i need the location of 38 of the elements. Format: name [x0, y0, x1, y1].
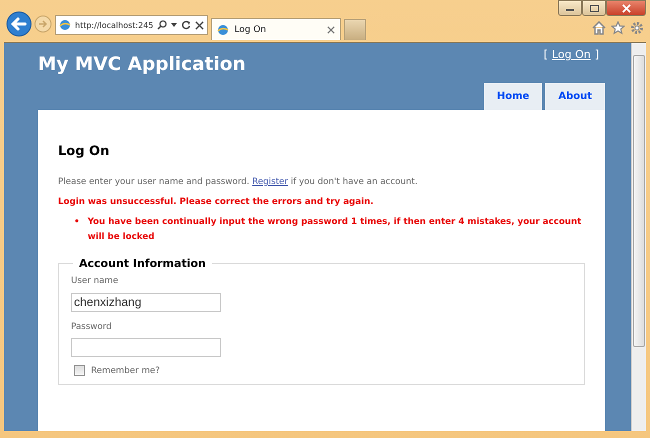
minimize-button[interactable]	[558, 0, 582, 16]
close-icon[interactable]	[195, 20, 204, 30]
back-button[interactable]	[6, 11, 32, 37]
register-link[interactable]: Register	[252, 177, 288, 187]
close-icon	[622, 4, 630, 12]
scrollbar[interactable]	[631, 43, 646, 431]
close-icon[interactable]	[327, 26, 336, 34]
bracket: [	[544, 48, 548, 61]
search-icon[interactable]	[157, 20, 168, 30]
fieldset-legend: Account Information	[73, 257, 212, 270]
intro-text: Please enter your user name and password. Register if you don't have an account.	[58, 177, 419, 187]
page-heading: Log On	[58, 144, 110, 159]
close-button[interactable]	[606, 0, 646, 16]
error-message: You have been continually input the wrong password 1 times, if then enter 4 mistakes, your account will be locked	[88, 216, 582, 244]
home-icon[interactable]	[592, 21, 606, 35]
bracket: ]	[594, 48, 599, 61]
address-text: http://localhost:245	[75, 20, 154, 30]
nav-tab[interactable]: About	[545, 83, 605, 110]
refresh-icon[interactable]	[181, 20, 192, 30]
username-field[interactable]: chenxizhang	[71, 292, 221, 312]
bullet: •	[74, 216, 80, 229]
settings-icon[interactable]	[630, 21, 644, 35]
globe-icon	[59, 19, 71, 31]
star-icon[interactable]	[611, 21, 625, 35]
log-on-link[interactable]: Log On	[552, 48, 591, 61]
site-title: My MVC Application	[38, 54, 246, 75]
nav-tab[interactable]: Home	[484, 83, 542, 110]
field-label: Password	[71, 322, 113, 332]
maximize-button[interactable]	[582, 0, 606, 16]
caret-icon[interactable]	[171, 23, 178, 27]
globe-icon	[217, 24, 230, 36]
field-label: User name	[71, 276, 120, 286]
address-bar[interactable]: http://localhost:245	[55, 15, 208, 35]
checkbox[interactable]	[74, 365, 85, 376]
password-field[interactable]	[71, 338, 221, 357]
checkbox-label: Remember me?	[91, 366, 160, 376]
error-summary: Login was unsuccessful. Please correct the errors and try again.	[58, 197, 375, 207]
browser-tab[interactable]: Log On	[211, 18, 342, 40]
